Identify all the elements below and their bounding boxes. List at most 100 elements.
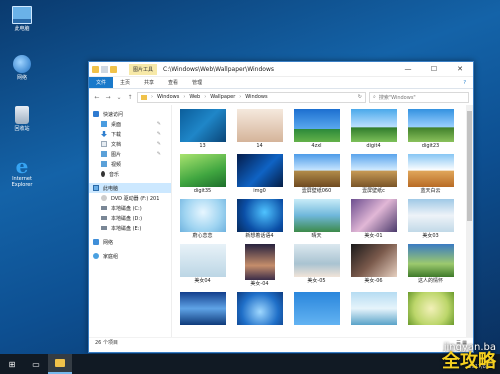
title-bar[interactable]: 图片工具 C:\Windows\Web\Wallpaper\Windows — … [89,62,473,77]
tab-manage[interactable]: 管理 [185,77,209,88]
image-thumbnail [179,244,226,277]
desktop-icon-network[interactable]: 网络 [2,55,42,81]
pictures-icon [101,151,107,157]
file-name: 美女-01 [364,233,383,239]
file-item[interactable]: 美女04 [174,244,231,289]
drive-icon [101,216,107,220]
desktop-icon-ie[interactable]: e Internet Explorer [2,156,42,188]
address-bar[interactable]: › Windows › Web › Wallpaper › Windows ↻ [137,91,366,103]
back-icon[interactable]: ← [93,94,101,101]
nav-homegroup[interactable]: 家庭组 [89,251,171,261]
tab-share[interactable]: 共享 [137,77,161,88]
recent-locations-icon[interactable]: ⌄ [115,94,123,101]
desktop-icon-recycle-bin[interactable]: 回收站 [2,106,42,132]
file-item[interactable]: 这人的情怀 [402,244,459,289]
image-thumbnail [293,154,340,187]
image-thumbnail [407,199,454,232]
nav-item-pictures[interactable]: 图片 ✎ [89,149,171,159]
image-thumbnail [244,244,275,280]
file-name: digit4 [366,143,381,149]
file-name: 这人的情怀 [417,278,443,284]
task-view-icon[interactable]: ▭ [24,354,48,374]
nav-item-drive-c[interactable]: 本地磁盘 (C:) [89,203,171,213]
image-thumbnail [236,154,283,187]
file-item[interactable] [174,292,231,334]
tab-home[interactable]: 主页 [113,77,137,88]
nav-item-videos[interactable]: 视频 [89,159,171,169]
file-item[interactable]: 美女-05 [288,244,345,289]
pin-icon: ✎ [156,121,161,127]
file-name: 蓝天白云 [420,188,441,194]
breadcrumb-wallpaper[interactable]: Wallpaper [210,94,235,100]
breadcrumb-web[interactable]: Web [189,94,200,100]
file-name: 美女04 [194,278,211,284]
file-item[interactable]: 蓝天白云 [402,154,459,196]
nav-network[interactable]: 网络 [89,237,171,247]
file-name: 壹屏壁纸c [362,188,385,194]
file-item[interactable]: 14 [231,109,288,151]
desktop-icon-this-pc[interactable]: 此电脑 [2,6,42,32]
file-item[interactable]: digit23 [402,109,459,151]
nav-item-downloads[interactable]: 下载 ✎ [89,129,171,139]
maximize-icon[interactable]: ☐ [421,65,447,73]
file-item[interactable]: 晴天 [288,199,345,241]
file-item[interactable] [402,292,459,334]
nav-item-documents[interactable]: 文档 ✎ [89,139,171,149]
breadcrumb-windows[interactable]: Windows [157,94,179,100]
image-thumbnail [236,292,283,325]
file-item[interactable]: 壹屏壁纸c [345,154,402,196]
file-item[interactable] [231,292,288,334]
file-item[interactable]: 蔚心恋恋 [174,199,231,241]
dvd-icon [101,195,107,201]
nav-item-drive-d[interactable]: 本地磁盘 (D:) [89,213,171,223]
document-icon [101,141,107,147]
image-thumbnail [350,109,397,142]
properties-icon[interactable] [101,65,108,73]
file-item[interactable]: 美女-04 [231,244,288,289]
nav-item-desktop[interactable]: 桌面 ✎ [89,119,171,129]
file-item[interactable]: digit4 [345,109,402,151]
tab-file[interactable]: 文件 [89,77,114,88]
file-item[interactable]: 4zxl [288,109,345,151]
file-item[interactable]: 美女-01 [345,199,402,241]
file-item[interactable]: 美女03 [402,199,459,241]
image-thumbnail [293,244,340,277]
desktop-icon-label: 网络 [16,75,27,81]
close-icon[interactable]: ✕ [447,65,473,73]
scrollbar-thumb[interactable] [467,111,472,221]
nav-item-drive-e[interactable]: 本地磁盘 (E:) [89,223,171,233]
image-thumbnail [407,292,454,325]
forward-icon[interactable]: → [104,94,112,101]
window-controls: — ☐ ✕ [395,65,473,73]
minimize-icon[interactable]: — [395,65,421,73]
file-item[interactable]: 壹屏壁纸060 [288,154,345,196]
file-name: 美女-06 [364,278,383,284]
nav-quick-access[interactable]: 快速访问 [89,109,171,119]
new-folder-icon[interactable] [110,65,117,73]
desktop-icon-label: Internet Explorer [11,176,33,188]
nav-item-music[interactable]: 音乐 [89,169,171,179]
vertical-scrollbar[interactable] [466,105,473,337]
search-box[interactable]: ⌕ 搜索"Windows" [369,91,469,103]
explorer-window: 图片工具 C:\Windows\Web\Wallpaper\Windows — … [88,61,474,353]
refresh-icon[interactable]: ↻ [358,94,362,100]
file-item[interactable] [288,292,345,334]
nav-item-dvd[interactable]: DVD 驱动器 (F:) 201 [89,193,171,203]
breadcrumb-windows-current[interactable]: Windows [245,94,267,100]
nav-this-pc[interactable]: 此电脑 [89,183,171,193]
file-item[interactable]: digit35 [174,154,231,196]
search-placeholder: 搜索"Windows" [378,94,416,101]
help-icon[interactable]: ? [456,77,473,88]
quick-access-toolbar [89,65,117,73]
watermark-logo: 全攻略 [442,351,496,372]
file-item[interactable]: 新想着话语4 [231,199,288,241]
up-icon[interactable]: ↑ [126,94,134,101]
file-item[interactable]: 美女-06 [345,244,402,289]
start-icon[interactable]: ⊞ [0,354,24,374]
picture-tools-tab[interactable]: 图片工具 [129,63,158,75]
file-item[interactable] [345,292,402,334]
tab-view[interactable]: 查看 [161,77,185,88]
file-item[interactable]: img0 [231,154,288,196]
file-item[interactable]: 13 [174,109,231,151]
taskbar-file-explorer[interactable] [48,354,72,374]
